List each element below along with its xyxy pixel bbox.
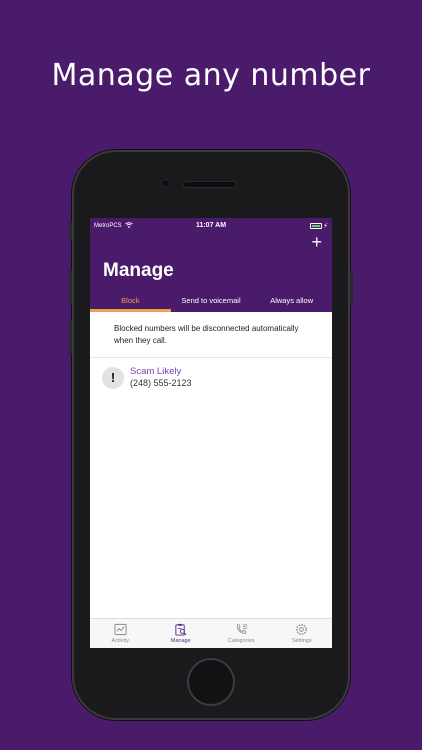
- nav-categories-label: Categories: [227, 638, 255, 644]
- phone-frame: MetroPCS 11:07 AM ⚡ + Manage Block Send …: [69, 150, 353, 720]
- nav-settings[interactable]: Settings: [272, 619, 333, 648]
- add-number-button[interactable]: +: [311, 233, 322, 251]
- activity-chart-icon: [114, 623, 127, 636]
- exclamation-icon: !: [102, 366, 124, 389]
- bottom-nav: Activity Manage Categories Settings: [90, 618, 332, 648]
- caller-name: Scam Likely: [130, 366, 182, 377]
- charging-icon: ⚡: [323, 223, 328, 230]
- phone-screen: MetroPCS 11:07 AM ⚡ + Manage Block Send …: [90, 218, 332, 648]
- status-bar: MetroPCS 11:07 AM ⚡: [94, 222, 328, 232]
- gear-icon: [296, 624, 308, 635]
- headline: Manage any number: [51, 58, 371, 93]
- categories-phone-icon: [236, 624, 247, 634]
- list-item-text: Scam Likely (248) 555-2123: [130, 366, 192, 389]
- nav-categories[interactable]: Categories: [211, 619, 272, 648]
- nav-manage[interactable]: Manage: [151, 619, 212, 648]
- tab-block[interactable]: Block: [90, 290, 171, 312]
- list-item[interactable]: ! Scam Likely (248) 555-2123: [90, 358, 332, 389]
- earpiece-speaker: [184, 182, 236, 187]
- mute-switch: [69, 222, 72, 240]
- front-camera: [162, 180, 169, 187]
- nav-activity[interactable]: Activity: [90, 619, 151, 648]
- nav-activity-label: Activity: [111, 638, 129, 644]
- status-time: 11:07 AM: [195, 222, 227, 229]
- tab-send-to-voicemail[interactable]: Send to voicemail: [171, 290, 252, 312]
- volume-down-button: [69, 320, 72, 354]
- battery-icon: [310, 223, 322, 229]
- home-button[interactable]: [189, 660, 233, 704]
- app-header: MetroPCS 11:07 AM ⚡ + Manage Block Send …: [90, 218, 332, 312]
- volume-up-button: [69, 270, 72, 304]
- tab-bar: Block Send to voicemail Always allow: [90, 290, 332, 312]
- nav-manage-label: Manage: [170, 638, 191, 644]
- manage-clipboard-icon: [175, 623, 187, 636]
- tab-always-allow[interactable]: Always allow: [251, 290, 332, 312]
- nav-settings-label: Settings: [291, 638, 312, 644]
- info-text: Blocked numbers will be disconnected aut…: [90, 312, 332, 358]
- power-button: [350, 270, 353, 306]
- caller-number: (248) 555-2123: [130, 378, 192, 388]
- page-title: Manage: [103, 260, 174, 281]
